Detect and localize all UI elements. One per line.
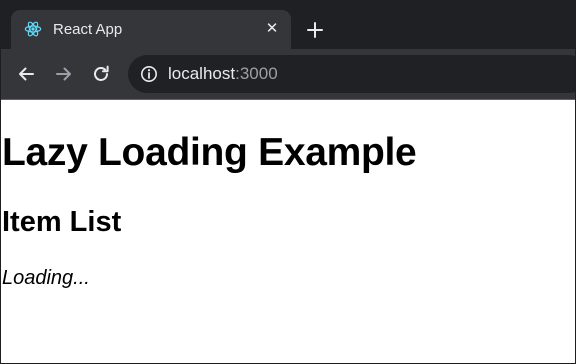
browser-tab[interactable]: React App ✕ — [11, 10, 291, 49]
tab-strip: React App ✕ — [1, 1, 575, 49]
arrow-left-icon[interactable] — [15, 63, 37, 85]
info-icon[interactable] — [140, 65, 158, 83]
tab-title: React App — [53, 21, 123, 38]
url-text[interactable]: localhost:3000 — [168, 64, 278, 84]
browser-toolbar: localhost:3000 — [1, 49, 575, 99]
reload-icon[interactable] — [90, 63, 112, 85]
loading-text: Loading... — [2, 267, 90, 289]
url-port: :3000 — [235, 64, 278, 83]
url-host: localhost — [168, 64, 236, 83]
close-tab-icon[interactable]: ✕ — [263, 20, 281, 38]
react-icon — [24, 21, 42, 37]
address-bar[interactable]: localhost:3000 — [128, 55, 575, 93]
arrow-right-icon[interactable] — [53, 63, 75, 85]
page-content: Lazy Loading Example Item List Loading..… — [1, 100, 575, 363]
browser-window: React App ✕ localhost:3000 Lazy Loading … — [0, 0, 576, 364]
section-heading: Item List — [2, 206, 122, 238]
plus-icon[interactable] — [304, 19, 326, 41]
page-title: Lazy Loading Example — [2, 131, 417, 174]
